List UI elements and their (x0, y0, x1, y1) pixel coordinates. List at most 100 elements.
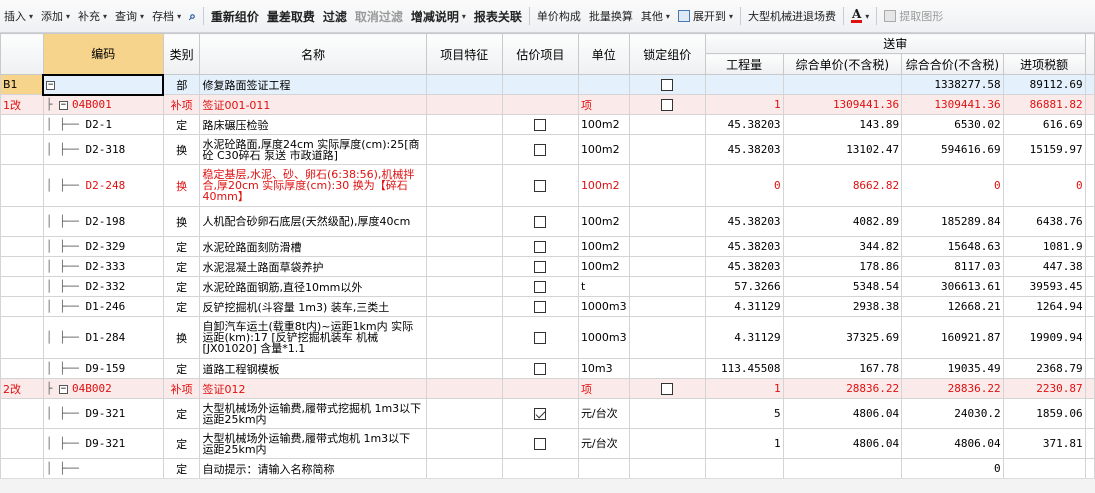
type-cell[interactable]: 定 (162, 458, 201, 479)
estimate-cell[interactable] (501, 276, 579, 297)
code-cell[interactable]: │ ├── D9-321 (42, 398, 164, 429)
feature-cell[interactable] (425, 276, 503, 297)
estimate-cell[interactable] (501, 256, 579, 277)
name-cell[interactable]: 签证012 (199, 378, 427, 399)
qty-cell[interactable]: 57.3266 (704, 276, 784, 297)
table-row[interactable]: 1改 ├ −04B001 补项 签证001-011 项 1 1309441.36 130944… (0, 94, 1095, 115)
lock-cell[interactable] (628, 276, 706, 297)
table-row[interactable]: │ ├── D9-321 定大型机械场外运输费,履带式炮机 1m3以下 运距25k… (0, 428, 1095, 459)
row-header[interactable]: B1 (0, 74, 44, 95)
name-cell[interactable]: 大型机械场外运输费,履带式炮机 1m3以下 运距25km内 (199, 428, 427, 459)
feature-cell[interactable] (425, 74, 503, 95)
code-cell[interactable]: │ ├── D2-1 (42, 114, 164, 135)
table-row[interactable]: │ ├── 定自动提示：请输入名称简称 0 (0, 458, 1095, 479)
name-cell[interactable]: 签证001-011 (199, 94, 427, 115)
unit-price-composition-button[interactable]: 单价构成 (533, 4, 585, 28)
unit-cell[interactable] (577, 74, 630, 95)
lock-checkbox[interactable] (661, 79, 674, 91)
total-cell[interactable]: 8117.03 (901, 256, 1004, 277)
other-menu[interactable]: 其他 ▾ (637, 4, 674, 28)
unit-cell[interactable]: 元/台次 (577, 428, 630, 459)
table-row[interactable]: B1 − 部修复路面签证工程 1338277.58 89112.69 (0, 73, 1095, 96)
unit-cell[interactable]: 项 (577, 94, 630, 115)
estimate-checkbox[interactable] (534, 363, 547, 375)
name-cell[interactable]: 自动提示：请输入名称简称 (199, 458, 427, 479)
horizontal-scrollbar[interactable] (0, 478, 1095, 493)
total-cell[interactable]: 1309441.36 (901, 94, 1004, 115)
feature-cell[interactable] (425, 296, 503, 317)
extract-graph-button[interactable]: 提取图形 (880, 4, 947, 28)
table-row[interactable]: │ ├── D1-284 换自卸汽车运土(载重8t内)~运距1km内 实际运距(k… (0, 316, 1095, 359)
type-cell[interactable]: 定 (162, 358, 201, 379)
feature-cell[interactable] (425, 378, 503, 399)
type-cell[interactable]: 定 (162, 276, 201, 297)
header-name[interactable]: 名称 (199, 33, 427, 75)
unit-price-cell[interactable]: 143.89 (782, 114, 903, 135)
lock-cell[interactable] (628, 316, 706, 359)
add-menu[interactable]: 添加 ▾ (37, 4, 74, 28)
row-header[interactable] (0, 236, 44, 257)
table-row[interactable]: │ ├── D2-329 定水泥砼路面刻防滑槽 100m2 45.38203 344.8… (0, 236, 1095, 257)
row-header[interactable] (0, 428, 44, 459)
estimate-checkbox[interactable] (534, 119, 547, 131)
tax-cell[interactable]: 6438.76 (1002, 206, 1086, 237)
row-header[interactable]: 1改 (0, 94, 44, 115)
feature-cell[interactable] (425, 316, 503, 359)
estimate-cell[interactable] (501, 206, 579, 237)
header-estimate[interactable]: 估价项目 (501, 33, 579, 75)
row-header[interactable] (0, 276, 44, 297)
estimate-checkbox[interactable] (534, 438, 547, 450)
code-cell[interactable]: ├ −04B001 (42, 94, 164, 115)
tax-cell[interactable]: 86881.82 (1002, 94, 1086, 115)
qty-cell[interactable]: 45.38203 (704, 256, 784, 277)
estimate-checkbox[interactable] (534, 261, 547, 273)
header-code[interactable]: 编码 (42, 33, 164, 75)
total-cell[interactable]: 19035.49 (901, 358, 1004, 379)
qty-cell[interactable]: 4.31129 (704, 296, 784, 317)
name-cell[interactable]: 道路工程钢模板 (199, 358, 427, 379)
unit-price-cell[interactable]: 5348.54 (782, 276, 903, 297)
estimate-cell[interactable] (501, 74, 579, 95)
code-cell[interactable]: │ ├── D2-332 (42, 276, 164, 297)
row-header[interactable]: 2改 (0, 378, 44, 399)
unit-price-cell[interactable]: 4806.04 (782, 428, 903, 459)
name-cell[interactable]: 水泥砼路面,厚度24cm 实际厚度(cm):25[商砼 C30碎石 泵送 市政道… (199, 134, 427, 165)
type-cell[interactable]: 换 (162, 164, 201, 207)
lock-cell[interactable] (628, 256, 706, 277)
unit-cell[interactable]: 100m2 (577, 256, 630, 277)
qty-cell[interactable]: 5 (704, 398, 784, 429)
table-row[interactable]: │ ├── D2-333 定水泥混凝土路面草袋养护 100m2 45.38203 178… (0, 256, 1095, 277)
lock-cell[interactable] (628, 428, 706, 459)
qty-cell[interactable]: 45.38203 (704, 134, 784, 165)
total-cell[interactable]: 0 (901, 164, 1004, 207)
qty-cell[interactable]: 113.45508 (704, 358, 784, 379)
expand-to-menu[interactable]: 展开到 ▾ (674, 4, 737, 28)
lock-cell[interactable] (628, 236, 706, 257)
unit-cell[interactable]: 10m3 (577, 358, 630, 379)
type-cell[interactable]: 定 (162, 236, 201, 257)
qty-cell[interactable]: 45.38203 (704, 236, 784, 257)
tax-cell[interactable]: 616.69 (1002, 114, 1086, 135)
header-unit-price[interactable]: 综合单价(不含税) (782, 53, 903, 75)
code-cell[interactable]: ├ −04B002 (42, 378, 164, 399)
estimate-cell[interactable] (501, 114, 579, 135)
total-cell[interactable]: 306613.61 (901, 276, 1004, 297)
unit-cell[interactable]: 1000m3 (577, 316, 630, 359)
tax-cell[interactable]: 89112.69 (1002, 74, 1086, 95)
feature-cell[interactable] (425, 428, 503, 459)
estimate-cell[interactable] (501, 236, 579, 257)
name-cell[interactable]: 水泥混凝土路面草袋养护 (199, 256, 427, 277)
feature-cell[interactable] (425, 206, 503, 237)
unit-cell[interactable]: 100m2 (577, 114, 630, 135)
feature-cell[interactable] (425, 256, 503, 277)
large-machine-fee-button[interactable]: 大型机械进退场费 (744, 4, 840, 28)
total-cell[interactable]: 15648.63 (901, 236, 1004, 257)
code-cell[interactable]: │ ├── D9-321 (42, 428, 164, 459)
tax-cell[interactable]: 371.81 (1002, 428, 1086, 459)
total-cell[interactable]: 185289.84 (901, 206, 1004, 237)
unit-price-cell[interactable]: 178.86 (782, 256, 903, 277)
total-cell[interactable]: 594616.69 (901, 134, 1004, 165)
type-cell[interactable]: 换 (162, 134, 201, 165)
row-header[interactable] (0, 164, 44, 207)
unit-price-cell[interactable] (782, 74, 903, 95)
